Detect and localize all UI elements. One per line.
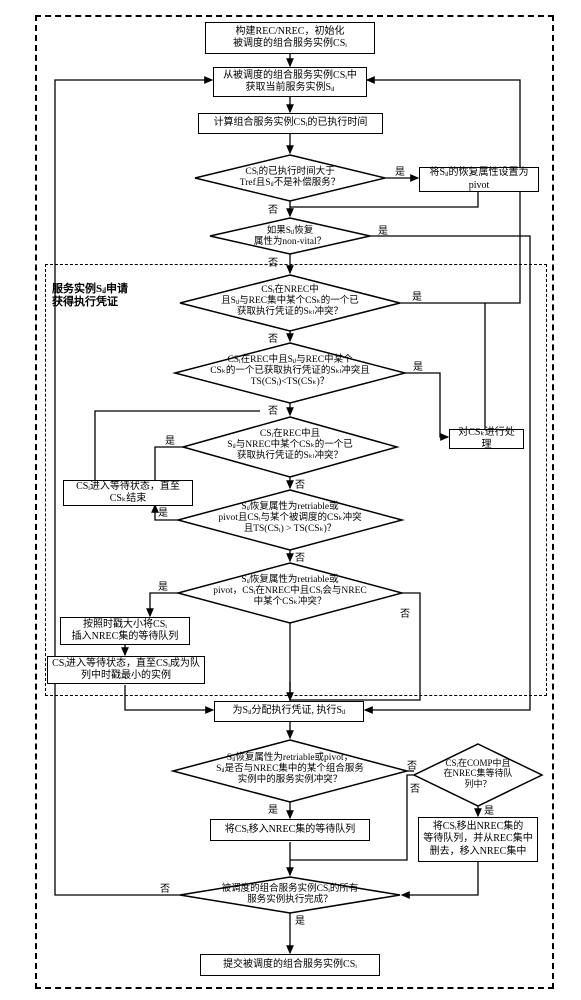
box-text: CSᵢ进入等待状态，直至 CSₖ结束 (76, 481, 180, 506)
label-no: 否 (268, 254, 278, 269)
box-move-queue: 将CSᵢ移入NREC集的等待队列 (210, 819, 370, 841)
box-wait-csk-end: CSᵢ进入等待状态，直至 CSₖ结束 (63, 480, 193, 506)
label-no: 否 (400, 605, 410, 620)
label-no: 否 (407, 757, 417, 772)
label-no: 否 (160, 880, 170, 895)
box-exec: 为Sᵢⱼ分配执行凭证, 执行Sᵢⱼ (214, 701, 364, 722)
box-text: 计算组合服务实例CSᵢ的已执行时间 (214, 117, 368, 130)
diamond-d8-text: Sᵢⱼ恢复属性为retriable或pivot， Sᵢⱼ是否与NREC集中的某个… (205, 753, 375, 786)
box-text: 将Sᵢⱼ的恢复属性设置为pivot (424, 167, 534, 192)
box-text: 构建REC/NREC，初始化 被调度的组合服务实例CSᵢ (233, 26, 347, 51)
box-calc-time: 计算组合服务实例CSᵢ的已执行时间 (198, 113, 383, 134)
box-text: 为Sᵢⱼ分配执行凭证, 执行Sᵢⱼ (233, 705, 346, 718)
label-no: 否 (410, 780, 420, 795)
diamond-d3-text: CSᵢ在NREC中 且Sᵢⱼ与REC集中某个CSₖ的一个已 获取执行凭证的Sₖₗ… (212, 285, 368, 318)
box-text: 对CSₖ进行处理 (454, 427, 519, 452)
section-label-text: 服务实例Sᵢⱼ申请 获得执行凭证 (52, 283, 128, 308)
label-no: 否 (295, 549, 305, 564)
diamond-d2-text: 如果Sᵢⱼ恢复 属性为non-vital？ (220, 226, 360, 248)
label-yes: 是 (158, 578, 168, 593)
diamond-d1-text: CSᵢ的已执行时间大于 Tref且Sᵢⱼ不是补偿服务？ (220, 167, 360, 189)
box-move-sets: 将CSᵢ移出NREC集的 等待队列，并从REC集中 删去，移入NREC集中 (418, 817, 538, 862)
box-get-instance: 从被调度的组合服务实例CSᵢ中 获取当前服务实例Sᵢⱼ (213, 67, 367, 97)
box-text: 将CSᵢ移出NREC集的 等待队列，并从REC集中 删去，移入NREC集中 (423, 821, 532, 859)
box-set-pivot: 将Sᵢⱼ的恢复属性设置为pivot (419, 167, 539, 192)
diamond-d4-text: CSᵢ在REC中且Sᵢⱼ与REC中某个 CSₖ的一个已获取执行凭证的Sₖₗ冲突且… (203, 355, 377, 388)
label-yes: 是 (165, 432, 175, 447)
label-no: 否 (268, 330, 278, 345)
label-yes: 是 (412, 288, 422, 303)
diamond-d5-text: CSᵢ在REC中且 Sᵢⱼ与NREC中某个CSₖ的一个已 获取执行凭证的Sₖₗ冲… (212, 429, 368, 462)
label-no: 否 (268, 201, 278, 216)
box-text: 提交被调度的组合服务实例CSᵢ (223, 959, 357, 972)
label-yes: 是 (268, 801, 278, 816)
label-no: 否 (268, 402, 278, 417)
label-no: 否 (295, 476, 305, 491)
label-yes: 是 (158, 504, 168, 519)
box-text: 从被调度的组合服务实例CSᵢ中 获取当前服务实例Sᵢⱼ (223, 70, 357, 95)
box-text: 将CSᵢ移入NREC集的等待队列 (225, 824, 356, 837)
box-process-csk: 对CSₖ进行处理 (449, 429, 524, 449)
label-yes: 是 (413, 358, 423, 373)
label-yes: 是 (395, 163, 405, 178)
diamond-d7-text: Sᵢⱼ恢复属性为retriable或 pivot，CSᵢ在NREC中且CSᵢ会与… (205, 575, 375, 608)
section-label: 服务实例Sᵢⱼ申请 获得执行凭证 (52, 283, 128, 309)
box-insert-queue: 按照时戳大小将CSᵢ 插入NREC集的等待队列 (60, 617, 190, 645)
box-wait-smallest: CSᵢ进入等待状态，直至CSᵢ成为队 列中时戳最小的实例 (47, 656, 205, 684)
box-submit: 提交被调度的组合服务实例CSᵢ (200, 954, 380, 976)
diamond-d9-text: CSᵢ在COMP中且 在NREC集等待队 列中？ (432, 758, 524, 789)
label-yes: 是 (484, 802, 494, 817)
diamond-d10-text: 被调度的组合服务实例CSᵢ的所有 服务实例执行完成？ (210, 884, 370, 906)
diamond-d6-text: Sᵢⱼ恢复属性为retriable或 pivot且CSᵢ与某个被调度的CSₖ冲突… (205, 502, 375, 535)
label-yes: 是 (295, 912, 305, 927)
box-text: 按照时戳大小将CSᵢ 插入NREC集的等待队列 (72, 619, 179, 644)
label-yes: 是 (378, 222, 388, 237)
box-text: CSᵢ进入等待状态，直至CSᵢ成为队 列中时戳最小的实例 (52, 658, 200, 683)
box-init: 构建REC/NREC，初始化 被调度的组合服务实例CSᵢ (205, 22, 375, 54)
